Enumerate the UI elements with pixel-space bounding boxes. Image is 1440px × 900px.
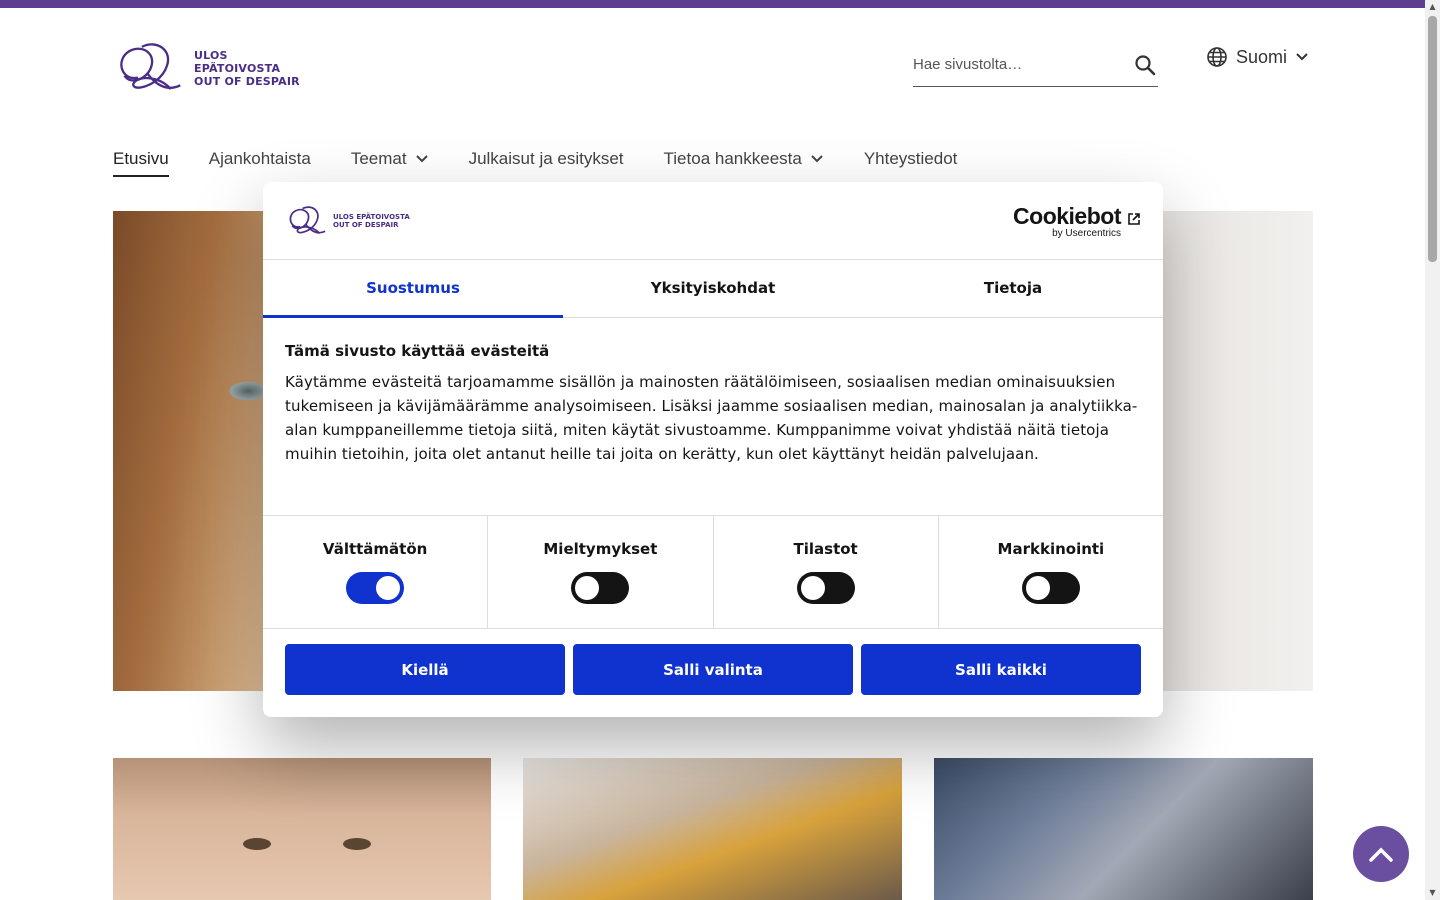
cookiebot-brand: Cookiebot [1013,203,1121,229]
search-icon [1135,55,1156,76]
dialog-heading: Tämä sivusto käyttää evästeitä [285,342,550,360]
chevron-down-icon [415,155,428,163]
language-selector[interactable]: Suomi [1206,46,1309,68]
dialog-buttons: Kiellä Salli valinta Salli kaikki [263,629,1163,710]
toggle-statistics: Tilastot [714,516,939,628]
toggle-preferences: Mieltymykset [488,516,714,628]
scroll-up-arrow-icon[interactable]: ▲ [1428,2,1437,12]
article-card-image[interactable] [523,758,902,900]
logo-line-1: ULOS EPÄTOIVOSTA [194,48,281,75]
logo-line-2: OUT OF DESPAIR [333,221,399,229]
article-card-image[interactable] [113,758,491,900]
logo-knot-icon [289,206,326,235]
allow-selection-button[interactable]: Salli valinta [573,644,853,695]
cookiebot-brand-sub: by Usercentrics [1052,228,1121,239]
site-search [913,44,1158,87]
nav-label: Teemat [350,149,407,168]
page-scrollbar[interactable]: ▲ ▼ [1425,0,1440,900]
nav-label: Etusivu [113,149,169,168]
top-accent-bar [0,0,1425,8]
scrollbar-thumb[interactable] [1428,16,1437,262]
dialog-site-logo: ULOS EPÄTOIVOSTA OUT OF DESPAIR [285,204,410,238]
logo-knot-icon [120,43,181,90]
cookiebot-link[interactable]: Cookiebot by Usercentrics [1013,203,1140,239]
article-card-image[interactable] [934,758,1313,900]
dialog-header: ULOS EPÄTOIVOSTA OUT OF DESPAIR Cookiebo… [263,182,1163,260]
logo-line-1: ULOS EPÄTOIVOSTA [333,213,410,221]
nav-label: Yhteystiedot [863,149,958,168]
nav-label: Julkaisut ja esitykset [468,149,624,168]
dialog-tabs: Suostumus Yksityiskohdat Tietoja [263,260,1163,318]
nav-label: Ajankohtaista [208,149,311,168]
tab-yksityiskohdat[interactable]: Yksityiskohdat [563,260,863,317]
toggle-label: Mieltymykset [543,540,658,558]
scroll-down-arrow-icon[interactable]: ▼ [1428,888,1437,898]
nav-item-teemat[interactable]: Teemat [351,142,429,176]
site-logo[interactable]: ULOS EPÄTOIVOSTA OUT OF DESPAIR [113,38,313,98]
language-label: Suomi [1236,46,1288,67]
search-button[interactable] [1132,52,1158,78]
allow-all-button[interactable]: Salli kaikki [861,644,1141,695]
logo-line-2: OUT OF DESPAIR [194,74,300,88]
toggle-label: Tilastot [793,540,858,558]
statistics-switch[interactable] [796,572,855,604]
toggle-marketing: Markkinointi [939,516,1163,628]
toggle-label: Markkinointi [997,540,1105,558]
external-link-icon [1128,213,1140,225]
tab-tietoja[interactable]: Tietoja [863,260,1163,317]
necessary-switch[interactable] [346,572,405,604]
chevron-down-icon [811,155,823,163]
nav-item-yhteystiedot[interactable]: Yhteystiedot [864,142,958,176]
cookie-consent-dialog: ULOS EPÄTOIVOSTA OUT OF DESPAIR Cookiebo… [263,182,1163,717]
nav-item-etusivu[interactable]: Etusivu [113,142,169,177]
chevron-down-icon [1296,53,1308,61]
globe-icon [1207,47,1227,67]
consent-toggles: Välttämätön Mieltymykset Tilastot Markki… [263,515,1163,629]
nav-item-tietoa-hankkeesta[interactable]: Tietoa hankkeesta [664,142,824,176]
back-to-top-button[interactable] [1353,826,1409,882]
nav-label: Tietoa hankkeesta [663,149,802,168]
preferences-switch[interactable] [571,572,630,604]
tab-suostumus[interactable]: Suostumus [263,260,563,318]
deny-button[interactable]: Kiellä [285,644,565,695]
main-navigation: Etusivu Ajankohtaista Teemat Julkaisut j… [113,142,997,177]
chevron-up-icon [1369,847,1393,862]
toggle-necessary: Välttämätön [263,516,489,628]
nav-item-ajankohtaista[interactable]: Ajankohtaista [209,142,311,176]
search-input[interactable] [913,52,1128,76]
nav-item-julkaisut[interactable]: Julkaisut ja esitykset [469,142,624,176]
marketing-switch[interactable] [1021,572,1080,604]
dialog-body: Tämä sivusto käyttää evästeitä Käytämme … [263,318,1163,515]
toggle-label: Välttämätön [322,540,428,558]
dialog-text: Käytämme evästeitä tarjoamamme sisällön … [285,373,1138,463]
